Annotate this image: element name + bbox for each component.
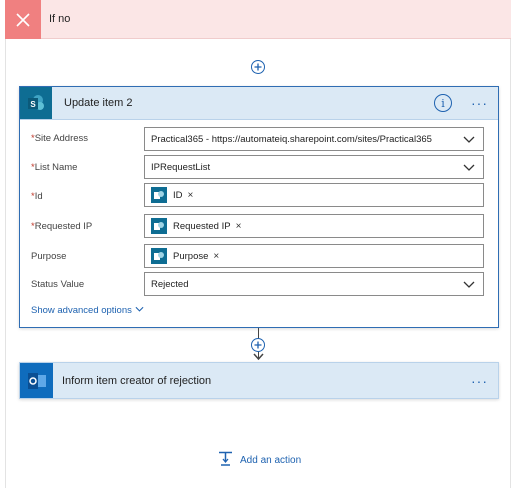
- insert-step-button[interactable]: [251, 338, 265, 352]
- status-value: Rejected: [151, 279, 189, 290]
- remove-token-icon[interactable]: ×: [188, 190, 194, 201]
- inform-creator-card[interactable]: Inform item creator of rejection ···: [19, 362, 499, 399]
- card-title: Inform item creator of rejection: [62, 375, 212, 387]
- remove-token-icon[interactable]: ×: [236, 221, 242, 232]
- id-token[interactable]: ID ×: [151, 187, 193, 203]
- list-name-dropdown[interactable]: IPRequestList: [144, 155, 484, 179]
- plus-icon: [254, 341, 262, 349]
- site-address-value: Practical365 - https://automateiq.sharep…: [151, 134, 432, 145]
- card-title: Update item 2: [64, 97, 133, 109]
- status-value-label: Status Value: [31, 279, 85, 290]
- chevron-down-icon: [463, 133, 475, 148]
- sharepoint-icon: [151, 218, 167, 234]
- site-address-dropdown[interactable]: Practical365 - https://automateiq.sharep…: [144, 127, 484, 151]
- status-value-dropdown[interactable]: Rejected: [144, 272, 484, 296]
- more-options-icon[interactable]: ···: [471, 373, 488, 389]
- list-name-label: *List Name: [31, 162, 78, 173]
- branch-title: If no: [49, 13, 71, 25]
- chevron-down-icon: [463, 161, 475, 176]
- more-options-icon[interactable]: ···: [471, 95, 488, 111]
- add-action-button[interactable]: Add an action: [218, 451, 301, 469]
- remove-token-icon[interactable]: ×: [213, 251, 219, 262]
- plus-icon: [254, 63, 262, 71]
- id-label: *Id: [31, 191, 43, 202]
- chevron-down-icon: [463, 278, 475, 293]
- chevron-down-icon: [135, 305, 144, 316]
- info-icon[interactable]: i: [434, 94, 452, 112]
- purpose-label: Purpose: [31, 251, 67, 262]
- requested-ip-token[interactable]: Requested IP ×: [151, 218, 241, 234]
- purpose-token[interactable]: Purpose ×: [151, 248, 219, 264]
- sharepoint-icon: [151, 187, 167, 203]
- svg-text:S: S: [30, 100, 36, 109]
- list-name-value: IPRequestList: [151, 162, 211, 173]
- token-label: ID: [173, 189, 183, 201]
- purpose-field[interactable]: Purpose ×: [144, 244, 484, 268]
- sharepoint-icon: S: [20, 87, 52, 119]
- show-advanced-label: Show advanced options: [31, 305, 132, 316]
- id-field[interactable]: ID ×: [144, 183, 484, 207]
- token-label: Purpose: [173, 250, 209, 262]
- outlook-icon: [20, 363, 53, 398]
- token-label: Requested IP: [173, 220, 231, 232]
- add-action-label: Add an action: [240, 454, 302, 466]
- sharepoint-icon: [151, 248, 167, 264]
- requested-ip-label: *Requested IP: [31, 221, 93, 232]
- if-no-branch-header[interactable]: If no: [5, 0, 511, 39]
- update-item-card: S Update item 2 i ··· *Site Address Prac…: [19, 86, 499, 328]
- add-action-icon: [218, 451, 233, 469]
- card-header[interactable]: S Update item 2 i ···: [20, 87, 498, 120]
- show-advanced-options-link[interactable]: Show advanced options: [31, 305, 144, 316]
- insert-step-button[interactable]: [251, 60, 265, 74]
- site-address-label: *Site Address: [31, 133, 89, 144]
- close-icon: [5, 0, 41, 39]
- requested-ip-field[interactable]: Requested IP ×: [144, 214, 484, 238]
